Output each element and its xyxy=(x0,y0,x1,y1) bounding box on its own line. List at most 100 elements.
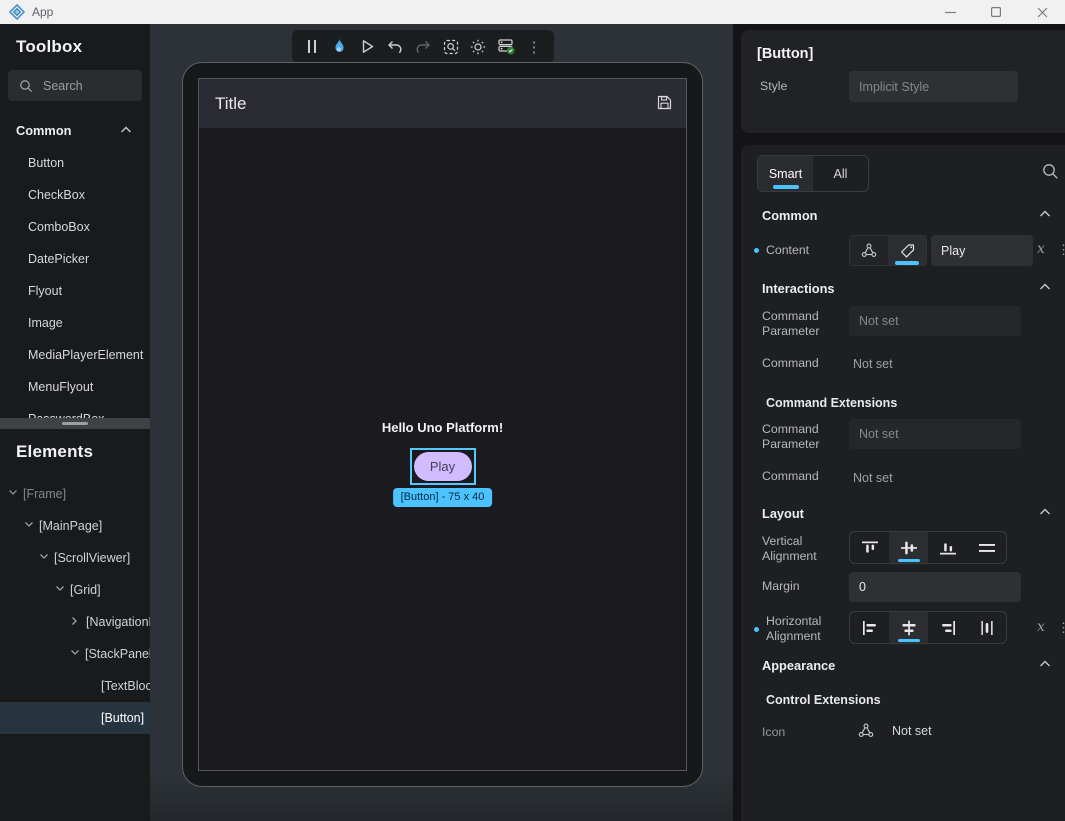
toolbox-section-common[interactable]: Common xyxy=(16,123,71,138)
toolbox-item-datepicker[interactable]: DatePicker xyxy=(0,243,150,275)
toolbox-item-button[interactable]: Button xyxy=(0,147,150,179)
binding-nodes-icon[interactable] xyxy=(858,723,874,738)
toolbox-item-combobox[interactable]: ComboBox xyxy=(0,211,150,243)
style-input[interactable]: Implicit Style xyxy=(849,71,1018,102)
inspect-element-button[interactable] xyxy=(439,35,463,59)
properties-panel: [Button] Style Implicit Style Smart All … xyxy=(733,24,1065,821)
stretch-horizontal-icon xyxy=(979,620,995,636)
toolbox-item-image[interactable]: Image xyxy=(0,307,150,339)
close-button[interactable] xyxy=(1019,0,1065,24)
tree-item-navigationbar[interactable]: [NavigationE xyxy=(0,606,150,638)
chevron-up-icon[interactable] xyxy=(1039,283,1051,291)
toolbox-item-flyout[interactable]: Flyout xyxy=(0,275,150,307)
tree-item-mainpage[interactable]: [MainPage] xyxy=(0,510,150,542)
pause-button[interactable] xyxy=(300,35,324,59)
hello-text[interactable]: Hello Uno Platform! xyxy=(382,420,503,435)
align-horizontal-center-icon xyxy=(901,620,917,636)
chevron-down-icon[interactable] xyxy=(8,489,18,496)
toolbox-item-checkbox[interactable]: CheckBox xyxy=(0,179,150,211)
selection-handle[interactable] xyxy=(467,476,474,483)
toolbox-search-input[interactable]: Search xyxy=(8,70,142,101)
valign-top-button[interactable] xyxy=(850,532,889,563)
halign-right-button[interactable] xyxy=(928,612,967,643)
undo-button[interactable] xyxy=(383,35,407,59)
content-binding-mode-button[interactable] xyxy=(850,236,888,265)
property-menu-icon[interactable]: ⋮ xyxy=(1057,242,1065,258)
tab-smart[interactable]: Smart xyxy=(758,156,813,191)
margin-input[interactable]: 0 xyxy=(849,572,1021,602)
play-button-control[interactable]: Play xyxy=(414,452,472,481)
tree-item-stackpanel[interactable]: [StackPanel] xyxy=(0,638,150,670)
content-mode-toggle xyxy=(849,235,927,266)
chevron-up-icon[interactable] xyxy=(1039,660,1051,668)
tree-item-button-selected[interactable]: [Button] xyxy=(0,702,150,734)
section-layout[interactable]: Layout xyxy=(762,506,804,521)
chevron-down-icon[interactable] xyxy=(39,553,49,560)
section-appearance[interactable]: Appearance xyxy=(762,658,835,673)
command-value[interactable]: Not set xyxy=(853,357,893,371)
section-common[interactable]: Common xyxy=(762,208,817,223)
valign-bottom-button[interactable] xyxy=(928,532,967,563)
chevron-up-icon[interactable] xyxy=(1039,210,1051,218)
maximize-button[interactable] xyxy=(973,0,1019,24)
markup-expression-icon[interactable]: x xyxy=(1037,619,1045,635)
chevron-down-icon[interactable] xyxy=(70,649,80,656)
device-screen[interactable]: Title Hello Uno Platform! Play [Button] … xyxy=(198,78,687,771)
panel-splitter[interactable] xyxy=(0,418,150,429)
tree-item-textblock[interactable]: [TextBloc xyxy=(0,670,150,702)
design-canvas[interactable]: ⋮ Title Hello Uno Platform! Play [Button… xyxy=(150,24,733,821)
vertical-alignment-group xyxy=(849,531,1007,564)
tree-label: [StackPanel] xyxy=(85,647,150,661)
tab-all[interactable]: All xyxy=(813,156,868,191)
properties-card: Smart All Common Content Play x ⋮ Intera… xyxy=(741,145,1065,821)
selection-box[interactable]: Play xyxy=(410,448,476,485)
section-interactions[interactable]: Interactions xyxy=(762,281,835,296)
content-literal-mode-button[interactable] xyxy=(888,236,926,265)
chevron-up-icon[interactable] xyxy=(1039,508,1051,516)
toolbox-item-menuflyout[interactable]: MenuFlyout xyxy=(0,371,150,403)
valign-stretch-button[interactable] xyxy=(967,532,1006,563)
chevron-down-icon[interactable] xyxy=(55,585,65,592)
markup-expression-icon[interactable]: x xyxy=(1037,241,1045,257)
property-tabs: Smart All xyxy=(757,155,869,192)
hot-reload-flame-icon[interactable] xyxy=(328,35,352,59)
toolbox-item-mediaplayerelement[interactable]: MediaPlayerElement xyxy=(0,339,150,371)
subsection-command-extensions: Command Extensions xyxy=(766,396,897,410)
content-input[interactable]: Play xyxy=(931,235,1033,266)
device-frame: Title Hello Uno Platform! Play [Button] … xyxy=(182,62,703,787)
align-vertical-center-icon xyxy=(900,541,918,555)
chevron-down-icon[interactable] xyxy=(24,521,34,528)
minimize-button[interactable] xyxy=(927,0,973,24)
play-button[interactable] xyxy=(355,35,379,59)
ext-command-parameter-input[interactable]: Not set xyxy=(849,419,1021,449)
horizontal-alignment-group xyxy=(849,611,1007,644)
properties-search-icon[interactable] xyxy=(1042,163,1059,180)
redo-button[interactable] xyxy=(411,35,435,59)
horizontal-alignment-label: Horizontal Alignment xyxy=(766,614,838,644)
app-navbar[interactable]: Title xyxy=(199,79,686,128)
halign-center-button[interactable] xyxy=(889,612,928,643)
theme-toggle-button[interactable] xyxy=(466,35,490,59)
command-parameter-input[interactable]: Not set xyxy=(849,306,1021,336)
halign-stretch-button[interactable] xyxy=(967,612,1006,643)
subsection-control-extensions: Control Extensions xyxy=(766,693,881,707)
ext-command-value[interactable]: Not set xyxy=(853,471,893,485)
toolbox-title: Toolbox xyxy=(16,37,82,57)
tree-item-grid[interactable]: [Grid] xyxy=(0,574,150,606)
halign-left-button[interactable] xyxy=(850,612,889,643)
icon-value[interactable]: Not set xyxy=(892,724,932,738)
tree-item-scrollviewer[interactable]: [ScrollViewer] xyxy=(0,542,150,574)
tree-item-frame[interactable]: [Frame] xyxy=(0,478,150,510)
splitter-grip[interactable] xyxy=(62,422,88,425)
margin-label: Margin xyxy=(762,579,800,593)
valign-center-button[interactable] xyxy=(889,532,928,563)
more-options-button[interactable]: ⋮ xyxy=(522,35,546,59)
save-icon[interactable] xyxy=(657,95,672,110)
chevron-up-icon[interactable] xyxy=(120,126,132,134)
chevron-right-icon[interactable] xyxy=(71,616,78,626)
property-menu-icon[interactable]: ⋮ xyxy=(1057,620,1065,636)
ext-command-parameter-label: Command Parameter xyxy=(762,422,844,452)
tree-label: [MainPage] xyxy=(39,519,102,533)
server-status-icon[interactable] xyxy=(494,35,518,59)
style-label: Style xyxy=(760,79,787,93)
